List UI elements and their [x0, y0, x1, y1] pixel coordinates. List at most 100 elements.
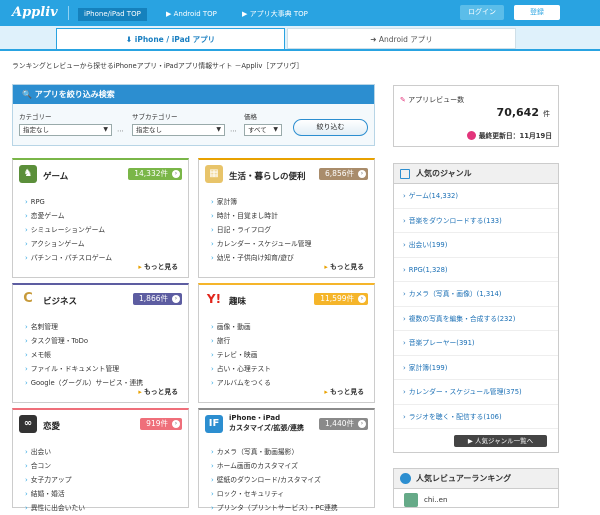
category-select[interactable]: 指定なし ▼: [19, 124, 112, 136]
list-item[interactable]: 幼児・子供向け知育/遊び: [211, 251, 311, 265]
genre-item[interactable]: ラジオを聴く・配信する(106): [394, 405, 558, 429]
separator-icon: ⋯: [117, 127, 124, 135]
count-badge: 14,332件 ›: [128, 168, 182, 180]
filter-submit-button[interactable]: 絞り込む: [293, 119, 368, 136]
list-item[interactable]: RPG: [25, 195, 112, 209]
chevron-right-icon: ›: [172, 295, 180, 303]
category-header[interactable]: C ビジネス 1,866件 ›: [13, 285, 188, 313]
category-title: ゲーム: [43, 172, 69, 182]
nav-android-top[interactable]: ▶ Android TOP: [166, 8, 217, 21]
pencil-icon: ✎: [400, 96, 406, 104]
category-item-list: RPG 恋愛ゲーム シミュレーションゲーム アクションゲーム パチンコ・パチスロ…: [25, 195, 112, 265]
list-item[interactable]: 合コン: [25, 459, 85, 473]
list-item[interactable]: 時計・目覚まし時計: [211, 209, 311, 223]
games-icon: ♞: [19, 165, 37, 183]
subcategory-select[interactable]: 指定なし ▼: [132, 124, 225, 136]
search-panel-title: 🔍 アプリを絞り込み検索: [13, 85, 374, 104]
list-item[interactable]: カメラ（写真・動画撮影）: [211, 445, 338, 459]
review-count-label: ✎ アプリレビュー数: [400, 96, 465, 104]
arrow-icon: ▸: [138, 263, 142, 271]
login-button[interactable]: ログイン: [460, 5, 504, 20]
list-item[interactable]: 日記・ライフログ: [211, 223, 311, 237]
list-item[interactable]: パチンコ・パチスロゲーム: [25, 251, 112, 265]
list-item[interactable]: 家計簿: [211, 195, 311, 209]
tab-android-apps[interactable]: ➜ Android アプリ: [287, 28, 516, 49]
popular-genres-panel: 人気のジャンル ゲーム(14,332) 音楽をダウンロードする(133) 出会い…: [393, 163, 559, 453]
more-link[interactable]: ▸ もっと見る: [324, 386, 364, 396]
category-title: iPhone・iPad カスタマイズ/拡張/連携: [229, 414, 304, 432]
genre-item[interactable]: ゲーム(14,332): [394, 184, 558, 209]
list-item[interactable]: 名刺管理: [25, 320, 143, 334]
genre-item[interactable]: 家計簿(199): [394, 356, 558, 380]
category-header[interactable]: ♞ ゲーム 14,332件 ›: [13, 160, 188, 188]
genre-item[interactable]: カメラ（写真・画像）(1,314): [394, 282, 558, 307]
logo[interactable]: Appliv: [12, 5, 58, 20]
genre-item[interactable]: カレンダー・スケジュール管理(375): [394, 380, 558, 405]
select-arrow-icon: ▼: [103, 126, 108, 133]
count-badge: 919件 ›: [140, 418, 182, 430]
chevron-right-icon: ›: [172, 170, 180, 178]
more-link[interactable]: ▸ もっと見る: [138, 386, 178, 396]
romance-icon: ∞: [19, 415, 37, 433]
more-link[interactable]: ▸ もっと見る: [138, 261, 178, 271]
all-genres-button[interactable]: ▶ 人気ジャンル一覧へ: [454, 435, 547, 447]
category-label: カテゴリー: [19, 113, 52, 121]
genre-item[interactable]: RPG(1,328): [394, 258, 558, 282]
category-card-lifestyle: ▦ 生活・暮らしの便利 6,856件› 家計簿 時計・目覚まし時計 日記・ライフ…: [198, 158, 375, 278]
list-item[interactable]: Google（グーグル）サービス・連携: [25, 376, 143, 390]
category-card-customize: IF iPhone・iPadカスタマイズ/拡張/連携 1,440件› カメラ（写…: [198, 408, 375, 512]
more-link[interactable]: ▸ もっと見る: [324, 261, 364, 271]
list-item[interactable]: テレビ・映画: [211, 348, 271, 362]
review-count-value: 70,642 件: [496, 106, 550, 119]
list-item[interactable]: カレンダー・スケジュール管理: [211, 237, 312, 251]
chevron-right-icon: ›: [172, 420, 180, 428]
top-bar: Appliv iPhone/iPad TOP ▶ Android TOP ▶ ア…: [0, 0, 600, 26]
customize-icon: IF: [205, 415, 223, 433]
list-item[interactable]: 結婚・婚活: [25, 487, 85, 501]
price-select[interactable]: すべて ▼: [244, 124, 282, 136]
tab-iphone-apps[interactable]: ⬇ iPhone / iPad アプリ: [56, 28, 285, 49]
list-item[interactable]: 出会い: [25, 445, 85, 459]
popular-genres-title: 人気のジャンル: [394, 164, 558, 184]
list-item[interactable]: タスク管理・ToDo: [25, 334, 143, 348]
list-item[interactable]: 占い・心理テスト: [211, 362, 271, 376]
category-title: 趣味: [229, 297, 247, 307]
category-header[interactable]: Y! 趣味 11,599件 ›: [199, 285, 374, 313]
list-item[interactable]: アクションゲーム: [25, 237, 112, 251]
platform-tabs: ⬇ iPhone / iPad アプリ ➜ Android アプリ: [0, 26, 600, 51]
category-title: 生活・暮らしの便利: [229, 172, 306, 182]
list-item[interactable]: 画像・動画: [211, 320, 271, 334]
reviewer-name[interactable]: chi..en: [424, 496, 447, 504]
category-header[interactable]: IF iPhone・iPad カスタマイズ/拡張/連携 1,440件 ›: [199, 410, 374, 438]
list-item[interactable]: 旅行: [211, 334, 271, 348]
list-item[interactable]: ファイル・ドキュメント管理: [25, 362, 143, 376]
select-arrow-icon: ▼: [216, 126, 221, 133]
category-header[interactable]: ▦ 生活・暮らしの便利 6,856件 ›: [199, 160, 374, 188]
list-item[interactable]: プリンタ（プリントサービス）・PC連携: [211, 501, 338, 515]
list-item[interactable]: メモ帳: [25, 348, 143, 362]
list-item[interactable]: ホーム画面のカスタマイズ: [211, 459, 338, 473]
nav-dictionary-top[interactable]: ▶ アプリ大事典 TOP: [242, 8, 308, 21]
list-item[interactable]: シミュレーションゲーム: [25, 223, 112, 237]
genre-item[interactable]: 出会い(199): [394, 233, 558, 258]
nav-iphone-top[interactable]: iPhone/iPad TOP: [78, 8, 147, 21]
category-item-list: 画像・動画 旅行 テレビ・映画 占い・心理テスト アルバムをつくる: [211, 320, 271, 390]
list-item[interactable]: ロック・セキュリティ: [211, 487, 338, 501]
register-button[interactable]: 登録: [514, 5, 560, 20]
genre-item[interactable]: 音楽プレーヤー(391): [394, 331, 558, 356]
category-card-romance: ∞ 恋愛 919件› 出会い 合コン 女子力アップ 結婚・婚活 異性に出会いたい: [12, 408, 189, 512]
category-title: 恋愛: [43, 422, 61, 432]
list-item[interactable]: 女子力アップ: [25, 473, 85, 487]
list-item[interactable]: 壁紙のダウンロード/カスタマイズ: [211, 473, 338, 487]
arrow-icon: ▸: [324, 388, 328, 396]
list-item[interactable]: アルバムをつくる: [211, 376, 271, 390]
hobby-icon: Y!: [205, 290, 223, 308]
list-item[interactable]: 異性に出会いたい: [25, 501, 85, 515]
list-item[interactable]: 恋愛ゲーム: [25, 209, 112, 223]
genre-list: ゲーム(14,332) 音楽をダウンロードする(133) 出会い(199) RP…: [394, 184, 558, 429]
genre-item[interactable]: 複数の写真を編集・合成する(232): [394, 307, 558, 331]
category-header[interactable]: ∞ 恋愛 919件 ›: [13, 410, 188, 438]
genre-item[interactable]: 音楽をダウンロードする(133): [394, 209, 558, 233]
subcategory-label: サブカテゴリー: [132, 113, 178, 121]
category-item-list: 家計簿 時計・目覚まし時計 日記・ライフログ カレンダー・スケジュール管理 幼児…: [211, 195, 312, 265]
